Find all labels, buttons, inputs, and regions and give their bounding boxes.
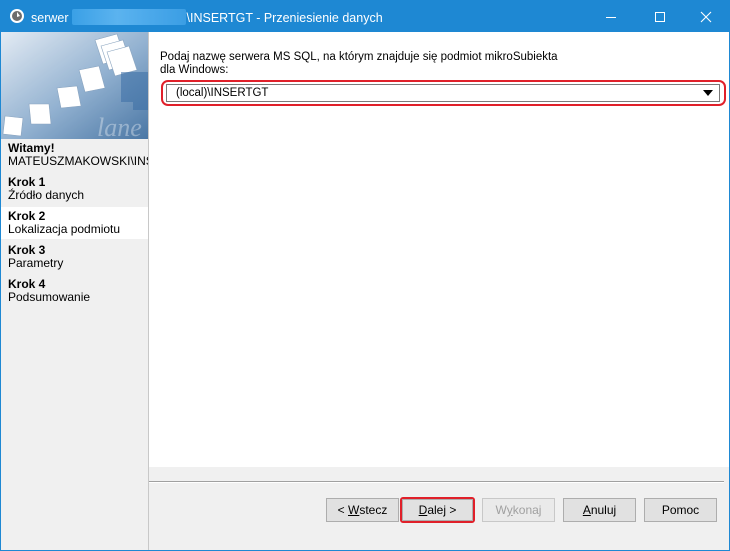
step-label: Źródło danych — [8, 188, 85, 202]
step-1: Krok 1 Źródło danych — [1, 173, 148, 205]
step-label: MATEUSZMAKOWSKI\INSE — [8, 154, 148, 168]
step-heading: Krok 3 — [8, 243, 46, 257]
svg-text:lane: lane — [97, 113, 142, 139]
step-4: Krok 4 Podsumowanie — [1, 275, 148, 307]
server-name-dropdown[interactable]: (local)\INSERTGT — [166, 84, 720, 102]
back-button[interactable]: < Wstecz — [326, 498, 399, 522]
step-label: Podsumowanie — [8, 290, 91, 304]
step-heading: Witamy! — [8, 141, 55, 155]
step-3: Krok 3 Parametry — [1, 241, 148, 273]
minimize-icon — [606, 16, 616, 18]
maximize-icon — [655, 11, 665, 22]
close-button[interactable] — [683, 1, 729, 32]
finish-button[interactable]: Wykonaj — [482, 498, 555, 522]
title-bar[interactable]: serwer \INSERTGT - Przeniesienie danych — [1, 1, 729, 32]
wizard-steps-sidebar: lane Witamy! MATEUSZMAKOWSKI\INSE Krok 1… — [1, 32, 149, 550]
step-welcome: Witamy! MATEUSZMAKOWSKI\INSE — [1, 139, 148, 171]
app-icon — [10, 9, 24, 23]
wizard-window: serwer\INSERTGT - Przeniesienie danych — [0, 0, 730, 551]
step-label: Lokalizacja podmiotu — [8, 222, 121, 236]
next-button[interactable]: Dalej > — [402, 499, 473, 521]
step-heading: Krok 4 — [8, 277, 46, 291]
help-button[interactable]: Pomoc — [644, 498, 717, 522]
maximize-button[interactable] — [637, 1, 683, 32]
button-separator — [149, 481, 724, 483]
server-name-value: (local)\INSERTGT — [176, 87, 269, 99]
redacted-server-name — [71, 9, 186, 25]
window-title: serwer \INSERTGT - Przeniesienie danych — [31, 9, 383, 25]
dropdown-arrow-icon[interactable] — [703, 90, 713, 96]
close-icon — [700, 11, 712, 22]
step-heading: Krok 1 — [8, 175, 46, 189]
minimize-button[interactable] — [588, 1, 634, 32]
step-2-active: Krok 2 Lokalizacja podmiotu — [1, 207, 148, 239]
server-prompt-label: Podaj nazwę serwera MS SQL, na którym zn… — [160, 51, 558, 76]
banner-documents-icon: lane — [1, 32, 148, 139]
wizard-content-panel: Podaj nazwę serwera MS SQL, na którym zn… — [149, 32, 729, 467]
cancel-button[interactable]: Anuluj — [563, 498, 636, 522]
step-label: Parametry — [8, 256, 64, 270]
step-heading: Krok 2 — [8, 209, 46, 223]
